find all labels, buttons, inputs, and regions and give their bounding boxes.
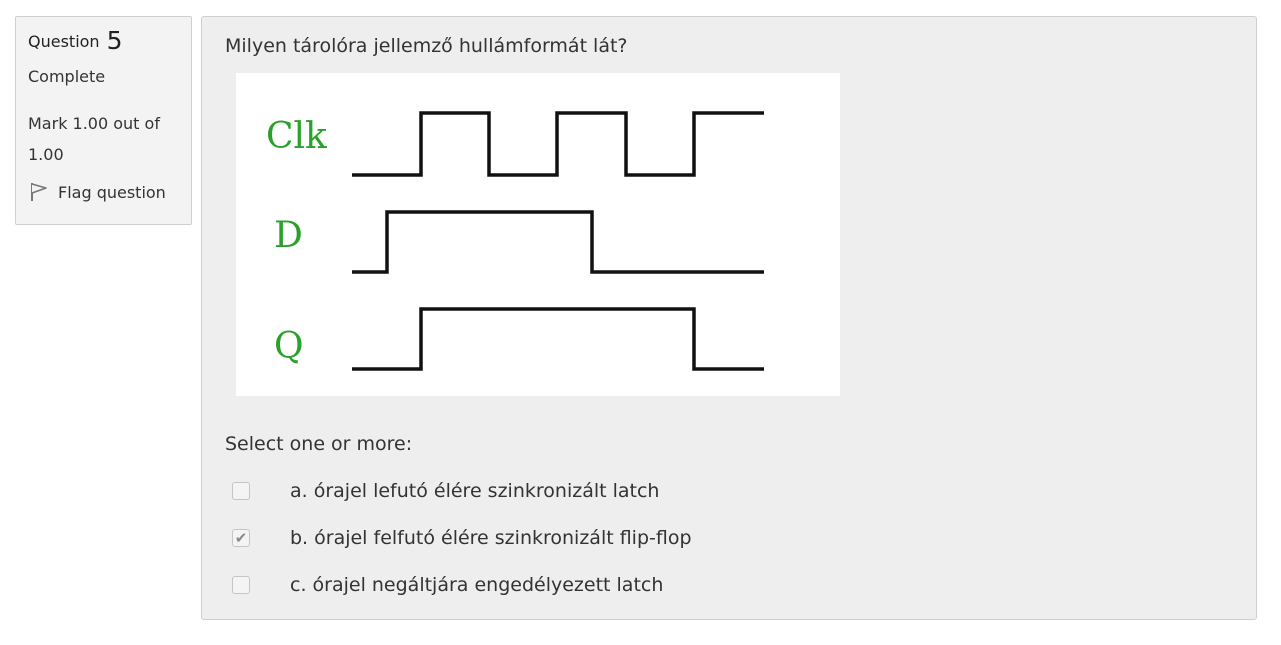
signal-label-q: Q: [274, 326, 304, 367]
answer-option-c[interactable]: c. órajel negáltjára engedélyezett latch: [232, 561, 692, 608]
question-grade: Mark 1.00 out of 1.00: [28, 114, 160, 164]
q-waveform: [352, 307, 764, 371]
checkmark-icon: ✔: [234, 528, 248, 547]
flag-question-button[interactable]: Flag question: [28, 182, 179, 202]
signal-label-clk: Clk: [266, 116, 328, 157]
d-waveform: [352, 210, 764, 274]
answer-option-a[interactable]: a. órajel lefutó élére szinkronizált lat…: [232, 467, 692, 514]
question-content: Milyen tárolóra jellemző hullámformát lá…: [201, 16, 1257, 620]
waveform-diagram: Clk D Q: [266, 111, 764, 371]
question-number: Question 5: [28, 27, 179, 56]
signal-label-d: D: [274, 215, 303, 256]
question-state: Complete: [28, 67, 106, 86]
answer-label-b[interactable]: b. órajel felfutó élére szinkronizált fl…: [290, 527, 692, 549]
answer-options: a. órajel lefutó élére szinkronizált lat…: [232, 467, 692, 608]
question-label: Question: [28, 32, 100, 51]
question-info-panel: Question 5 Complete Mark 1.00 out of 1.0…: [15, 16, 192, 225]
checkbox-c[interactable]: [232, 575, 250, 594]
question-number-value: 5: [106, 26, 123, 55]
answer-prompt: Select one or more:: [225, 433, 413, 455]
answer-label-a[interactable]: a. órajel lefutó élére szinkronizált lat…: [290, 480, 659, 502]
flag-question-label: Flag question: [58, 182, 166, 202]
clk-waveform: [352, 111, 764, 177]
checkbox-a[interactable]: [232, 481, 250, 500]
waveform-figure: Clk D Q: [236, 73, 840, 396]
answer-option-b[interactable]: ✔ b. órajel felfutó élére szinkronizált …: [232, 514, 692, 561]
quiz-page: Question 5 Complete Mark 1.00 out of 1.0…: [0, 0, 1281, 645]
checkbox-b[interactable]: ✔: [232, 528, 250, 547]
answer-label-c[interactable]: c. órajel negáltjára engedélyezett latch: [290, 574, 663, 596]
flag-icon: [31, 183, 47, 201]
question-text: Milyen tárolóra jellemző hullámformát lá…: [225, 35, 628, 57]
